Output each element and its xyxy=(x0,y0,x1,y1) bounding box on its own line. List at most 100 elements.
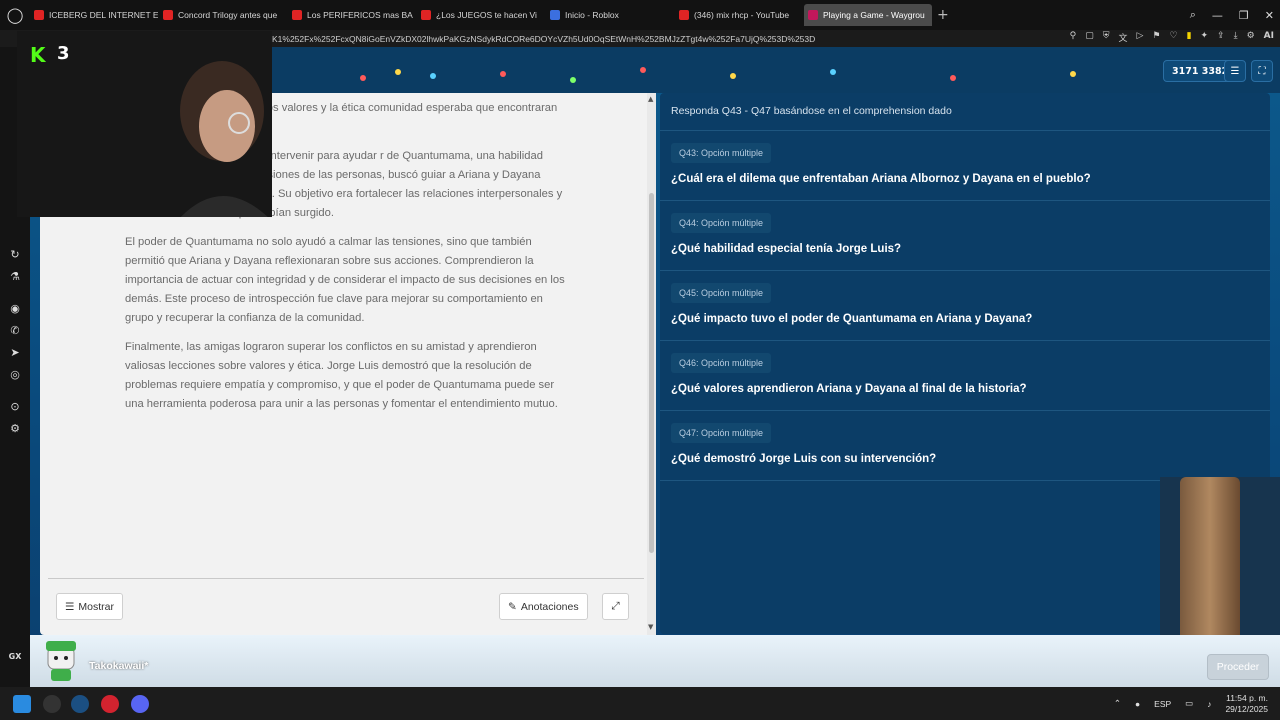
question-text[interactable]: ¿Qué habilidad especial tenía Jorge Luis… xyxy=(671,243,901,255)
question-badge: Q43: Opción múltiple xyxy=(671,143,772,163)
tab-favicon-icon xyxy=(550,10,560,20)
tab-favicon-icon xyxy=(421,10,431,20)
play-icon[interactable]: ▷ xyxy=(1136,31,1143,44)
restore-icon[interactable]: ❐ xyxy=(1239,9,1249,22)
windows-start-icon[interactable] xyxy=(13,695,31,713)
settings-icon[interactable]: ⚙ xyxy=(1247,31,1255,44)
question-text[interactable]: ¿Qué impacto tuvo el poder de Quantumama… xyxy=(671,313,1032,325)
window-controls: ⌕ — ❐ ✕ xyxy=(1190,0,1274,30)
chevron-up-icon[interactable]: ⌃ xyxy=(1114,698,1121,709)
player-bar: Takokawaii* Proceder xyxy=(30,635,1280,687)
telegram-icon[interactable]: ➤ xyxy=(8,345,22,359)
scrollbar-thumb[interactable] xyxy=(649,193,654,553)
question-badge: Q46: Opción múltiple xyxy=(671,353,772,373)
menu-icon: ☰ xyxy=(1230,65,1240,77)
reading-paragraph: El poder de Quantumama no solo ayudó a c… xyxy=(125,236,565,324)
translate-icon[interactable]: 文 xyxy=(1118,31,1127,44)
menu-button[interactable]: ☰ xyxy=(1224,60,1246,82)
expand-icon: ⤢ xyxy=(611,600,620,612)
gx-label[interactable]: GX xyxy=(8,649,22,663)
network-icon[interactable]: ▭ xyxy=(1185,698,1193,709)
browser-tab[interactable]: Inicio - Roblox xyxy=(546,4,674,26)
language-indicator[interactable]: ESP xyxy=(1154,699,1171,709)
record-icon[interactable]: ⊙ xyxy=(8,399,22,413)
player-name: Takokawaii* xyxy=(89,660,149,672)
steam-icon[interactable] xyxy=(71,695,89,713)
new-tab-button[interactable]: + xyxy=(937,7,951,23)
refresh-icon[interactable]: ↻ xyxy=(8,247,22,261)
question-text[interactable]: ¿Qué demostró Jorge Luis con su interven… xyxy=(671,453,936,465)
question-badge: Q44: Opción múltiple xyxy=(671,213,772,233)
tab-favicon-icon xyxy=(679,10,689,20)
question-badge: Q47: Opción múltiple xyxy=(671,423,772,443)
viewer-count: 3 xyxy=(57,43,70,64)
microphone-icon[interactable]: ● xyxy=(1135,699,1140,709)
clock-date: 29/12/2025 xyxy=(1225,703,1268,714)
download-icon[interactable]: ⤓ xyxy=(1234,31,1238,44)
browser-tab[interactable]: (346) mix rhcp - YouTube xyxy=(675,4,803,26)
tab-label: Playing a Game - Waygrou xyxy=(823,10,925,20)
tab-label: Inicio - Roblox xyxy=(565,10,619,20)
tab-favicon-icon xyxy=(292,10,302,20)
app-icon[interactable] xyxy=(43,695,61,713)
pen-icon: ✎ xyxy=(508,600,517,613)
tab-label: Concord Trilogy antes que xyxy=(178,10,278,20)
flask-icon[interactable]: ⚗ xyxy=(8,269,22,283)
tab-favicon-icon xyxy=(808,10,818,20)
proceed-button[interactable]: Proceder xyxy=(1207,654,1269,680)
clock[interactable]: 11:54 p. m. 29/12/2025 xyxy=(1225,693,1268,715)
whatsapp-icon[interactable]: ✆ xyxy=(8,323,22,337)
streamer-video xyxy=(180,61,268,217)
scroll-up-icon[interactable]: ▲ xyxy=(648,95,653,103)
question-item[interactable]: Q44: Opción múltiple ¿Qué habilidad espec… xyxy=(660,201,1270,271)
question-instruction: Responda Q43 - Q47 basándose en el compr… xyxy=(671,105,952,117)
clock-time: 11:54 p. m. xyxy=(1226,692,1268,703)
gear-icon[interactable]: ⚙ xyxy=(8,421,22,435)
expand-button[interactable]: ⤢ xyxy=(602,593,629,620)
search-icon[interactable]: ⌕ xyxy=(1190,8,1196,22)
scroll-down-icon[interactable]: ▼ xyxy=(648,623,653,631)
question-item[interactable]: Q47: Opción múltiple ¿Qué demostró Jorge … xyxy=(660,411,1270,481)
show-button[interactable]: ☰ Mostrar xyxy=(56,593,124,620)
pin-icon[interactable]: ⚲ xyxy=(1070,31,1077,44)
address-bar-tools: ⚲ ▢ ⛨ 文 ▷ ⚑ ♡ ▮ ✦ ⇪ ⤓ ⚙ AI xyxy=(1070,31,1274,44)
fullscreen-icon: ⛶ xyxy=(1258,65,1266,77)
show-button-label: Mostrar xyxy=(78,600,115,613)
fullscreen-button[interactable]: ⛶ xyxy=(1251,60,1273,82)
puzzle-icon[interactable]: ✦ xyxy=(1201,31,1209,44)
volume-icon[interactable]: ♪ xyxy=(1207,699,1211,709)
snapshot-icon[interactable]: ▢ xyxy=(1085,31,1094,44)
heart-icon[interactable]: ♡ xyxy=(1169,31,1177,44)
question-text[interactable]: ¿Qué valores aprendieron Ariana y Dayana… xyxy=(671,383,1027,395)
instagram-icon[interactable]: ◎ xyxy=(8,367,22,381)
annotations-button[interactable]: ✎ Anotaciones xyxy=(499,593,588,620)
question-item[interactable]: Q45: Opción múltiple ¿Qué impacto tuvo el… xyxy=(660,271,1270,341)
messenger-icon[interactable]: ◉ xyxy=(8,301,22,315)
question-text[interactable]: ¿Cuál era el dilema que enfrentaban Aria… xyxy=(671,173,1091,185)
opera-gx-icon[interactable] xyxy=(101,695,119,713)
opera-logo-icon[interactable]: ◯ xyxy=(0,0,30,30)
minimize-icon[interactable]: — xyxy=(1212,9,1223,22)
browser-tab[interactable]: Los PERIFERICOS mas BA xyxy=(288,4,416,26)
browser-tab[interactable]: Concord Trilogy antes que xyxy=(159,4,287,26)
question-item[interactable]: Q46: Opción múltiple ¿Qué valores aprendi… xyxy=(660,341,1270,411)
shield-icon[interactable]: ⛨ xyxy=(1103,31,1110,44)
divider xyxy=(48,578,644,579)
tab-favicon-icon xyxy=(163,10,173,20)
close-icon[interactable]: ✕ xyxy=(1265,9,1274,22)
browser-tab[interactable]: ICEBERG DEL INTERNET E xyxy=(30,4,158,26)
annotations-button-label: Anotaciones xyxy=(520,600,579,613)
share-icon[interactable]: ⇪ xyxy=(1217,31,1225,44)
bookmark-icon[interactable]: ⚑ xyxy=(1152,31,1160,44)
kick-logo-icon: K xyxy=(30,43,46,67)
ai-button[interactable]: AI xyxy=(1264,31,1274,44)
browser-tab[interactable]: Playing a Game - Waygrou xyxy=(804,4,932,26)
address-text[interactable]: K1%252Fx%252FcxQN8iGoEnVZkDX02lhwkPaKGzN… xyxy=(272,34,815,44)
reading-scrollbar[interactable]: ▲ ▼ xyxy=(647,93,656,635)
discord-icon[interactable] xyxy=(131,695,149,713)
tab-label: Los PERIFERICOS mas BA xyxy=(307,10,413,20)
browser-tab[interactable]: ¿Los JUEGOS te hacen Vi xyxy=(417,4,545,26)
question-item[interactable]: Q43: Opción múltiple ¿Cuál era el dilema … xyxy=(660,131,1270,201)
system-tray: ⌃ ● ESP ▭ ♪ 11:54 p. m. 29/12/2025 xyxy=(1114,687,1268,720)
extension-icon[interactable]: ▮ xyxy=(1187,31,1192,44)
